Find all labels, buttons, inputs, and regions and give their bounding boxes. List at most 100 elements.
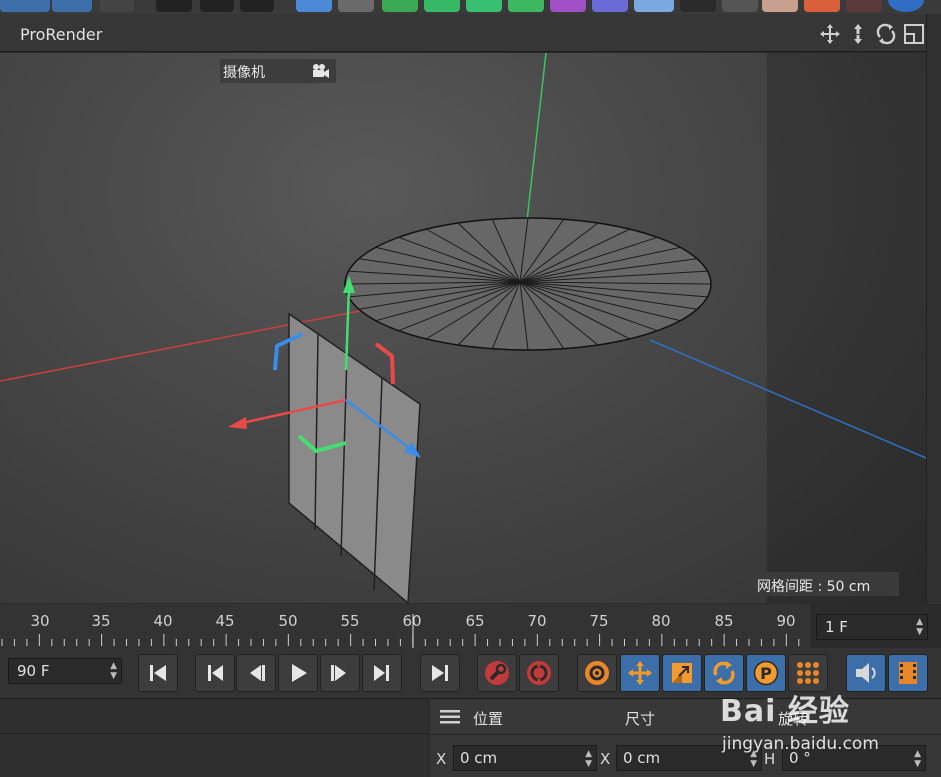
goto-start-button[interactable] (138, 654, 178, 692)
panel-divider (0, 733, 428, 734)
toolbar-button-undo[interactable] (0, 0, 50, 12)
toolbar-button-redo[interactable] (52, 0, 92, 12)
ruler-tick-label: 50 (278, 612, 298, 630)
position-x-field[interactable]: 0 cm ▲ ▼ (453, 745, 597, 771)
ruler-tick-label: 45 (215, 612, 235, 630)
baidu-watermark: Bai 经验 jingyan.baidu.com (720, 686, 930, 756)
right-panel-edge (926, 14, 941, 604)
menu-icon[interactable] (440, 710, 460, 724)
3d-viewport[interactable]: 摄像机 网格间距 : 50 cm (0, 53, 926, 603)
gear-key-icon (585, 661, 609, 685)
viewport-header: ProRender (0, 14, 941, 52)
rotate-view-icon[interactable] (875, 23, 897, 49)
toolbar-button-tag[interactable] (804, 0, 840, 12)
ruler-tick-label: 30 (30, 612, 50, 630)
key-scale-button[interactable] (662, 654, 702, 692)
toolbar-button-render[interactable] (200, 0, 234, 12)
move-view-icon[interactable] (819, 23, 841, 49)
toolbar-button-cloner[interactable] (466, 0, 502, 12)
ruler-tick-label: 65 (465, 612, 485, 630)
toolbar-button-camera[interactable] (680, 0, 716, 12)
svg-text:P: P (760, 664, 772, 683)
scene-canvas[interactable] (0, 53, 926, 603)
disc-object[interactable] (344, 217, 712, 351)
playhead[interactable] (408, 604, 418, 648)
toolbar-button-render-region[interactable] (156, 0, 192, 12)
toolbar-button-nurbs[interactable] (382, 0, 418, 12)
toolbar-button-light[interactable] (722, 0, 758, 12)
autokey-button[interactable] (519, 654, 559, 692)
position-x-spinner-icon[interactable]: ▲ ▼ (585, 749, 592, 769)
next-key-button[interactable] (362, 654, 402, 692)
ruler-tick-label: 55 (340, 612, 360, 630)
plane-object[interactable] (288, 312, 421, 603)
position-x-value: 0 cm (460, 749, 498, 767)
end-frame-field[interactable]: 90 F ▲ ▼ (8, 658, 122, 684)
toolbar-button-close[interactable] (846, 0, 882, 12)
next-frame-icon (331, 665, 346, 681)
maximize-view-icon[interactable] (903, 23, 925, 49)
scale-key-icon (672, 663, 692, 683)
autokey-icon (527, 661, 551, 685)
ruler-tick-label: 75 (589, 612, 609, 630)
prev-key-button[interactable] (195, 654, 235, 692)
end-frame-value: 90 F (17, 662, 50, 680)
toolbar-button-scene[interactable] (592, 0, 628, 12)
size-x-value: 0 cm (623, 749, 661, 767)
speaker-icon (856, 663, 876, 683)
camera-icon (313, 64, 329, 78)
toolbar-button-floor[interactable] (634, 0, 674, 12)
keyframe-selection-button[interactable] (577, 654, 617, 692)
next-frame-button[interactable] (320, 654, 360, 692)
play-button[interactable] (278, 654, 318, 692)
key-position-button[interactable] (620, 654, 660, 692)
size-x-axis-label: X (600, 750, 611, 768)
material-manager-panel[interactable] (0, 698, 428, 777)
timeline-ruler[interactable]: 30 35 40 45 50 55 60 65 70 75 80 85 90 (0, 604, 810, 648)
goto-end-button[interactable] (420, 654, 460, 692)
toolbar-button-help[interactable] (888, 0, 924, 12)
viewport-title: ProRender (20, 25, 103, 44)
watermark-url: jingyan.baidu.com (722, 734, 879, 754)
cinema4d-window: ProRender 摄像机 网格间距: 50 cm 30 35 40 45 5… (0, 0, 941, 777)
grid-spacing-label: 网格间距 : 50 cm (753, 572, 899, 596)
frame-spinner-icon[interactable]: ▲ ▼ (916, 617, 923, 637)
next-key-icon (374, 665, 389, 681)
toolbar-button-spline[interactable] (338, 0, 374, 12)
toolbar-button-cube[interactable] (296, 0, 332, 12)
ruler-tick-label: 35 (91, 612, 111, 630)
size-label: 尺寸 (625, 710, 656, 728)
film-icon (899, 662, 917, 684)
zoom-view-icon[interactable] (847, 23, 869, 49)
position-label: 位置 (473, 710, 504, 728)
camera-label: 摄像机 (223, 65, 265, 81)
ruler-tick-label: 90 (776, 612, 796, 630)
ruler-tick-label: 40 (153, 612, 173, 630)
toolbar-button-select[interactable] (100, 0, 134, 12)
toolbar-button-render-settings[interactable] (240, 0, 274, 12)
play-icon (292, 664, 307, 682)
prev-frame-button[interactable] (236, 654, 276, 692)
toolbar-button-field[interactable] (550, 0, 586, 12)
point-grid-icon (797, 662, 819, 684)
current-frame-field[interactable]: 1 F ▲ ▼ (816, 614, 928, 640)
ruler-tick-label: 70 (527, 612, 547, 630)
prev-key-icon (208, 665, 223, 681)
camera-menu[interactable]: 摄像机 (220, 59, 336, 83)
toolbar-button-sky[interactable] (762, 0, 798, 12)
toolbar-button-deformer[interactable] (508, 0, 544, 12)
ruler-tick-label: 85 (714, 612, 734, 630)
goto-start-icon (150, 665, 166, 681)
end-frame-spinner-icon[interactable]: ▲ ▼ (110, 661, 117, 681)
position-x-axis-label: X (436, 750, 447, 768)
parameter-key-icon: P (753, 660, 779, 686)
rotate-key-icon (713, 661, 735, 685)
ruler-tick-label: 80 (651, 612, 671, 630)
top-toolbar (0, 0, 941, 14)
toolbar-button-array[interactable] (424, 0, 460, 12)
goto-end-icon (432, 665, 448, 681)
record-keys-button[interactable] (477, 654, 517, 692)
watermark-logo-text: Bai 经验 (720, 694, 850, 729)
current-frame-value: 1 F (825, 618, 848, 636)
viewport-nav-icons (819, 23, 925, 49)
